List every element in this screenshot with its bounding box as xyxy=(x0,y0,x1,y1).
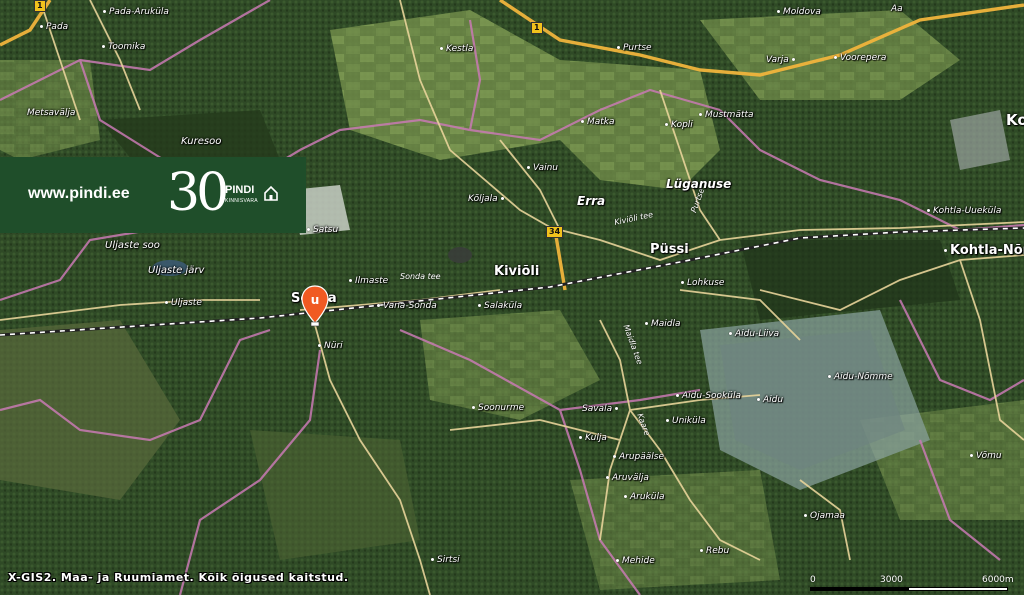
place-label[interactable]: Uljaste järv xyxy=(148,265,204,276)
place-label[interactable]: Pada xyxy=(40,22,68,32)
place-label[interactable]: Kõljala xyxy=(468,194,507,204)
scale-label: 6000m xyxy=(982,575,1014,585)
place-label[interactable]: Aidu-Sooküla xyxy=(676,391,741,401)
place-label[interactable]: Purtse xyxy=(617,43,652,53)
scale-bar: 0 3000 6000m xyxy=(810,575,1020,593)
place-label[interactable]: Püssi xyxy=(650,242,689,257)
banner-brand: PINDI xyxy=(225,184,255,196)
place-label[interactable]: Rebu xyxy=(700,546,729,556)
place-label[interactable]: Metsavälja xyxy=(27,108,75,118)
place-label[interactable]: Satsu xyxy=(307,225,338,235)
place-label[interactable]: Kohtla-Nõm xyxy=(944,243,1024,258)
place-label[interactable]: Soonurme xyxy=(472,403,524,413)
location-marker-icon[interactable]: u xyxy=(301,285,329,327)
road-shield: 1 xyxy=(34,0,46,12)
place-label[interactable]: Ko xyxy=(1006,111,1024,129)
place-label[interactable]: Kopli xyxy=(665,120,693,130)
place-label[interactable]: Ilmaste xyxy=(349,276,388,286)
place-label[interactable]: Vana-Sonda xyxy=(377,301,437,311)
place-label[interactable]: Salaküla xyxy=(478,301,522,311)
road-shield: 1 xyxy=(531,22,543,34)
place-label[interactable]: Vainu xyxy=(527,163,558,173)
place-label[interactable]: Kiviõli xyxy=(494,264,539,279)
place-label[interactable]: Sirtsi xyxy=(431,555,460,565)
place-label[interactable]: Maidla xyxy=(645,319,681,329)
place-label[interactable]: Aruküla xyxy=(624,492,665,502)
place-label[interactable]: Aidu-Nõmme xyxy=(828,372,893,382)
place-label[interactable]: Aruvälja xyxy=(606,473,649,483)
scale-segment xyxy=(810,587,908,591)
place-label[interactable]: Toomika xyxy=(102,42,145,52)
place-label[interactable]: Moldova xyxy=(777,7,821,17)
banner-url[interactable]: www.pindi.ee xyxy=(28,185,130,203)
marker-letter: u xyxy=(311,293,320,307)
place-label[interactable]: Savala xyxy=(582,404,621,414)
place-label[interactable]: Kuresoo xyxy=(181,136,221,147)
place-label[interactable]: Matka xyxy=(581,117,615,127)
pindi-banner[interactable]: www.pindi.ee 30 PINDI KINNISVARA xyxy=(0,157,306,233)
place-label[interactable]: Arupäälse xyxy=(613,452,664,462)
place-label[interactable]: Mehide xyxy=(616,556,655,566)
place-label[interactable]: Aa xyxy=(891,4,903,14)
place-label[interactable]: Pada-Aruküla xyxy=(103,7,169,17)
map-attribution: X-GIS2. Maa- ja Ruumiamet. Kõik õigused … xyxy=(8,571,349,584)
road-label: Sonda tee xyxy=(400,272,441,281)
place-label[interactable]: Ojamaa xyxy=(804,511,845,521)
place-label[interactable]: Kohtla-Uueküla xyxy=(927,206,1001,216)
house-icon xyxy=(264,185,278,201)
place-label[interactable]: Uljaste soo xyxy=(105,240,160,251)
banner-brand-sub: KINNISVARA xyxy=(225,198,258,204)
scale-label: 0 xyxy=(810,575,816,585)
road-shield: 34 xyxy=(546,226,564,238)
place-label[interactable]: Aidu xyxy=(757,395,783,405)
place-label[interactable]: Aidu-Liiva xyxy=(729,329,779,339)
place-label[interactable]: Voorepera xyxy=(834,53,886,63)
place-label[interactable]: Nüri xyxy=(318,341,343,351)
place-label[interactable]: Lüganuse xyxy=(666,177,731,191)
place-label[interactable]: Uniküla xyxy=(666,416,706,426)
satellite-base xyxy=(0,0,1024,595)
place-label[interactable]: Erra xyxy=(577,194,605,208)
place-label[interactable]: Uljaste xyxy=(165,298,202,308)
place-label[interactable]: Kulja xyxy=(579,433,607,443)
map-canvas[interactable]: 1 1 34 Sonda tee Kiviõli tee Purtse Maid… xyxy=(0,0,1024,595)
place-label[interactable]: Kestla xyxy=(440,44,473,54)
place-label[interactable]: Varja xyxy=(766,55,798,65)
place-label[interactable]: Võmu xyxy=(970,451,1002,461)
scale-segment xyxy=(908,587,1008,591)
place-label[interactable]: Mustmätta xyxy=(699,110,754,120)
banner-anniversary-number: 30 xyxy=(167,163,229,223)
scale-label: 3000 xyxy=(880,575,903,585)
place-label[interactable]: Lohkuse xyxy=(681,278,724,288)
